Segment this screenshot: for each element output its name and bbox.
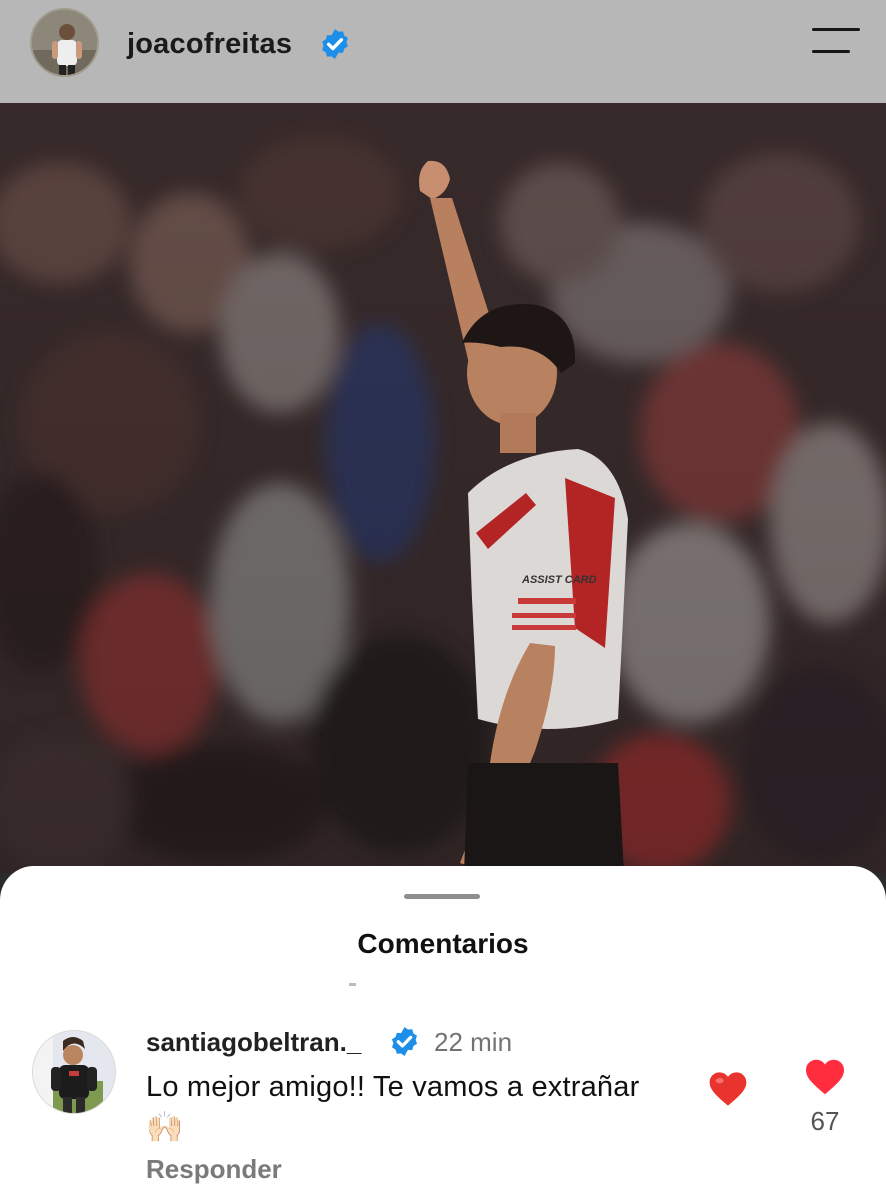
divider: [349, 983, 356, 986]
red-heart-emoji-icon: [709, 1072, 747, 1106]
raising-hands-emoji-icon: 🙌🏻: [146, 1111, 184, 1144]
jersey-sponsor-text: ASSIST CARD: [521, 574, 597, 586]
reply-button[interactable]: Responder: [146, 1154, 282, 1185]
verified-badge-icon: [391, 1027, 418, 1056]
comments-title: Comentarios: [357, 928, 529, 959]
like-count: 67: [810, 1106, 840, 1136]
comment-timestamp: 22 min: [434, 1027, 513, 1057]
post-header: joacofreitas: [0, 0, 886, 103]
comment-username[interactable]: santiagobeltran._: [146, 1027, 361, 1058]
sheet-drag-handle[interactable]: [404, 894, 480, 899]
commenter-avatar[interactable]: [32, 1030, 116, 1114]
post-photo[interactable]: ASSIST CARD: [0, 103, 886, 873]
heart-icon[interactable]: [804, 1058, 846, 1096]
verified-badge-icon: [322, 29, 348, 59]
comments-sheet: Comentarios santiagobeltran._ 22 min Lo …: [0, 866, 886, 1200]
profile-avatar[interactable]: [30, 8, 99, 77]
profile-username[interactable]: joacofreitas: [127, 28, 292, 61]
comment-text: Lo mejor amigo!! Te vamos a extrañar: [146, 1071, 640, 1103]
hamburger-menu-icon[interactable]: [812, 28, 860, 56]
